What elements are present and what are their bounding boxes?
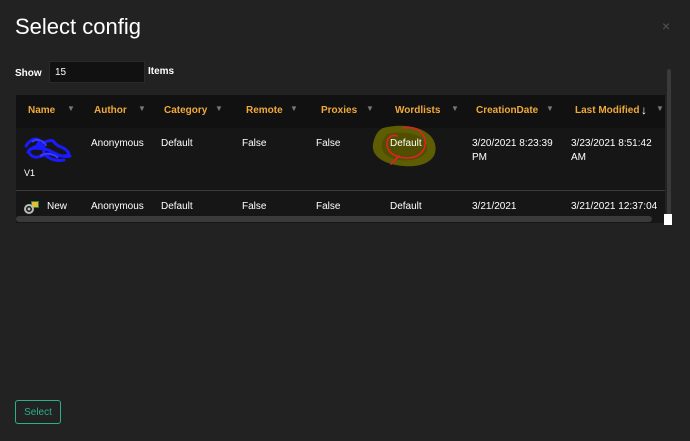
author-cell: Anonymous — [91, 201, 144, 212]
column-header-wordlists[interactable]: Wordlists — [395, 105, 440, 116]
page-size-input[interactable] — [49, 61, 145, 83]
filter-icon[interactable]: ▼ — [656, 104, 664, 113]
horizontal-scrollbar[interactable] — [16, 216, 652, 222]
filter-icon[interactable]: ▼ — [67, 104, 75, 113]
creation-date-cell: 3/20/2021 8:23:39 PM — [472, 137, 553, 165]
column-header-name[interactable]: Name — [28, 105, 55, 116]
column-header-creation-date[interactable]: CreationDate — [476, 105, 538, 116]
config-table: Name ▼ Author ▼ Category ▼ Remote ▼ Prox… — [16, 95, 665, 223]
column-header-proxies[interactable]: Proxies — [321, 105, 357, 116]
last-modified-cell: 3/21/2021 12:37:04 — [571, 201, 658, 212]
table-header: Name ▼ Author ▼ Category ▼ Remote ▼ Prox… — [16, 95, 665, 128]
column-header-last-modified[interactable]: Last Modified — [575, 105, 639, 116]
config-name: New — [47, 201, 68, 212]
filter-icon[interactable]: ▼ — [451, 104, 459, 113]
page-size-control: Show Items — [15, 61, 174, 84]
select-config-dialog: Select config × Show Items Name ▼ Author… — [0, 0, 690, 441]
config-icon — [24, 201, 39, 214]
creation-date-line: PM — [472, 152, 487, 163]
filter-icon[interactable]: ▼ — [215, 104, 223, 113]
wordlists-cell: Default — [390, 138, 422, 149]
creation-date-line: 3/20/2021 8:23:39 — [472, 138, 553, 149]
remote-cell: False — [242, 138, 267, 149]
config-name: V1 — [24, 168, 36, 178]
column-header-remote[interactable]: Remote — [246, 105, 283, 116]
show-label: Show — [15, 67, 42, 79]
column-header-category[interactable]: Category — [164, 105, 207, 116]
items-label: Items — [148, 66, 175, 77]
close-icon[interactable]: × — [662, 18, 670, 34]
sort-descending-icon[interactable]: ↓ — [641, 103, 647, 117]
scroll-corner — [664, 214, 672, 225]
redacted-scribble-icon — [24, 137, 72, 162]
last-modified-line: AM — [571, 152, 586, 163]
select-button[interactable]: Select — [15, 400, 61, 424]
filter-icon[interactable]: ▼ — [366, 104, 374, 113]
table-row[interactable]: V1 Anonymous Default False False Default… — [16, 125, 665, 190]
filter-icon[interactable]: ▼ — [290, 104, 298, 113]
column-header-author[interactable]: Author — [94, 105, 127, 116]
dialog-title: Select config — [15, 14, 141, 39]
proxies-cell: False — [316, 138, 341, 149]
wordlists-cell: Default — [390, 201, 422, 212]
proxies-cell: False — [316, 201, 341, 212]
filter-icon[interactable]: ▼ — [138, 104, 146, 113]
category-cell: Default — [161, 201, 193, 212]
filter-icon[interactable]: ▼ — [546, 104, 554, 113]
vertical-scrollbar[interactable] — [667, 69, 671, 224]
creation-date-cell: 3/21/2021 — [472, 201, 517, 212]
category-cell: Default — [161, 138, 193, 149]
last-modified-cell: 3/23/2021 8:51:42 AM — [571, 137, 652, 165]
author-cell: Anonymous — [91, 138, 144, 149]
last-modified-line: 3/23/2021 8:51:42 — [571, 138, 652, 149]
remote-cell: False — [242, 201, 267, 212]
